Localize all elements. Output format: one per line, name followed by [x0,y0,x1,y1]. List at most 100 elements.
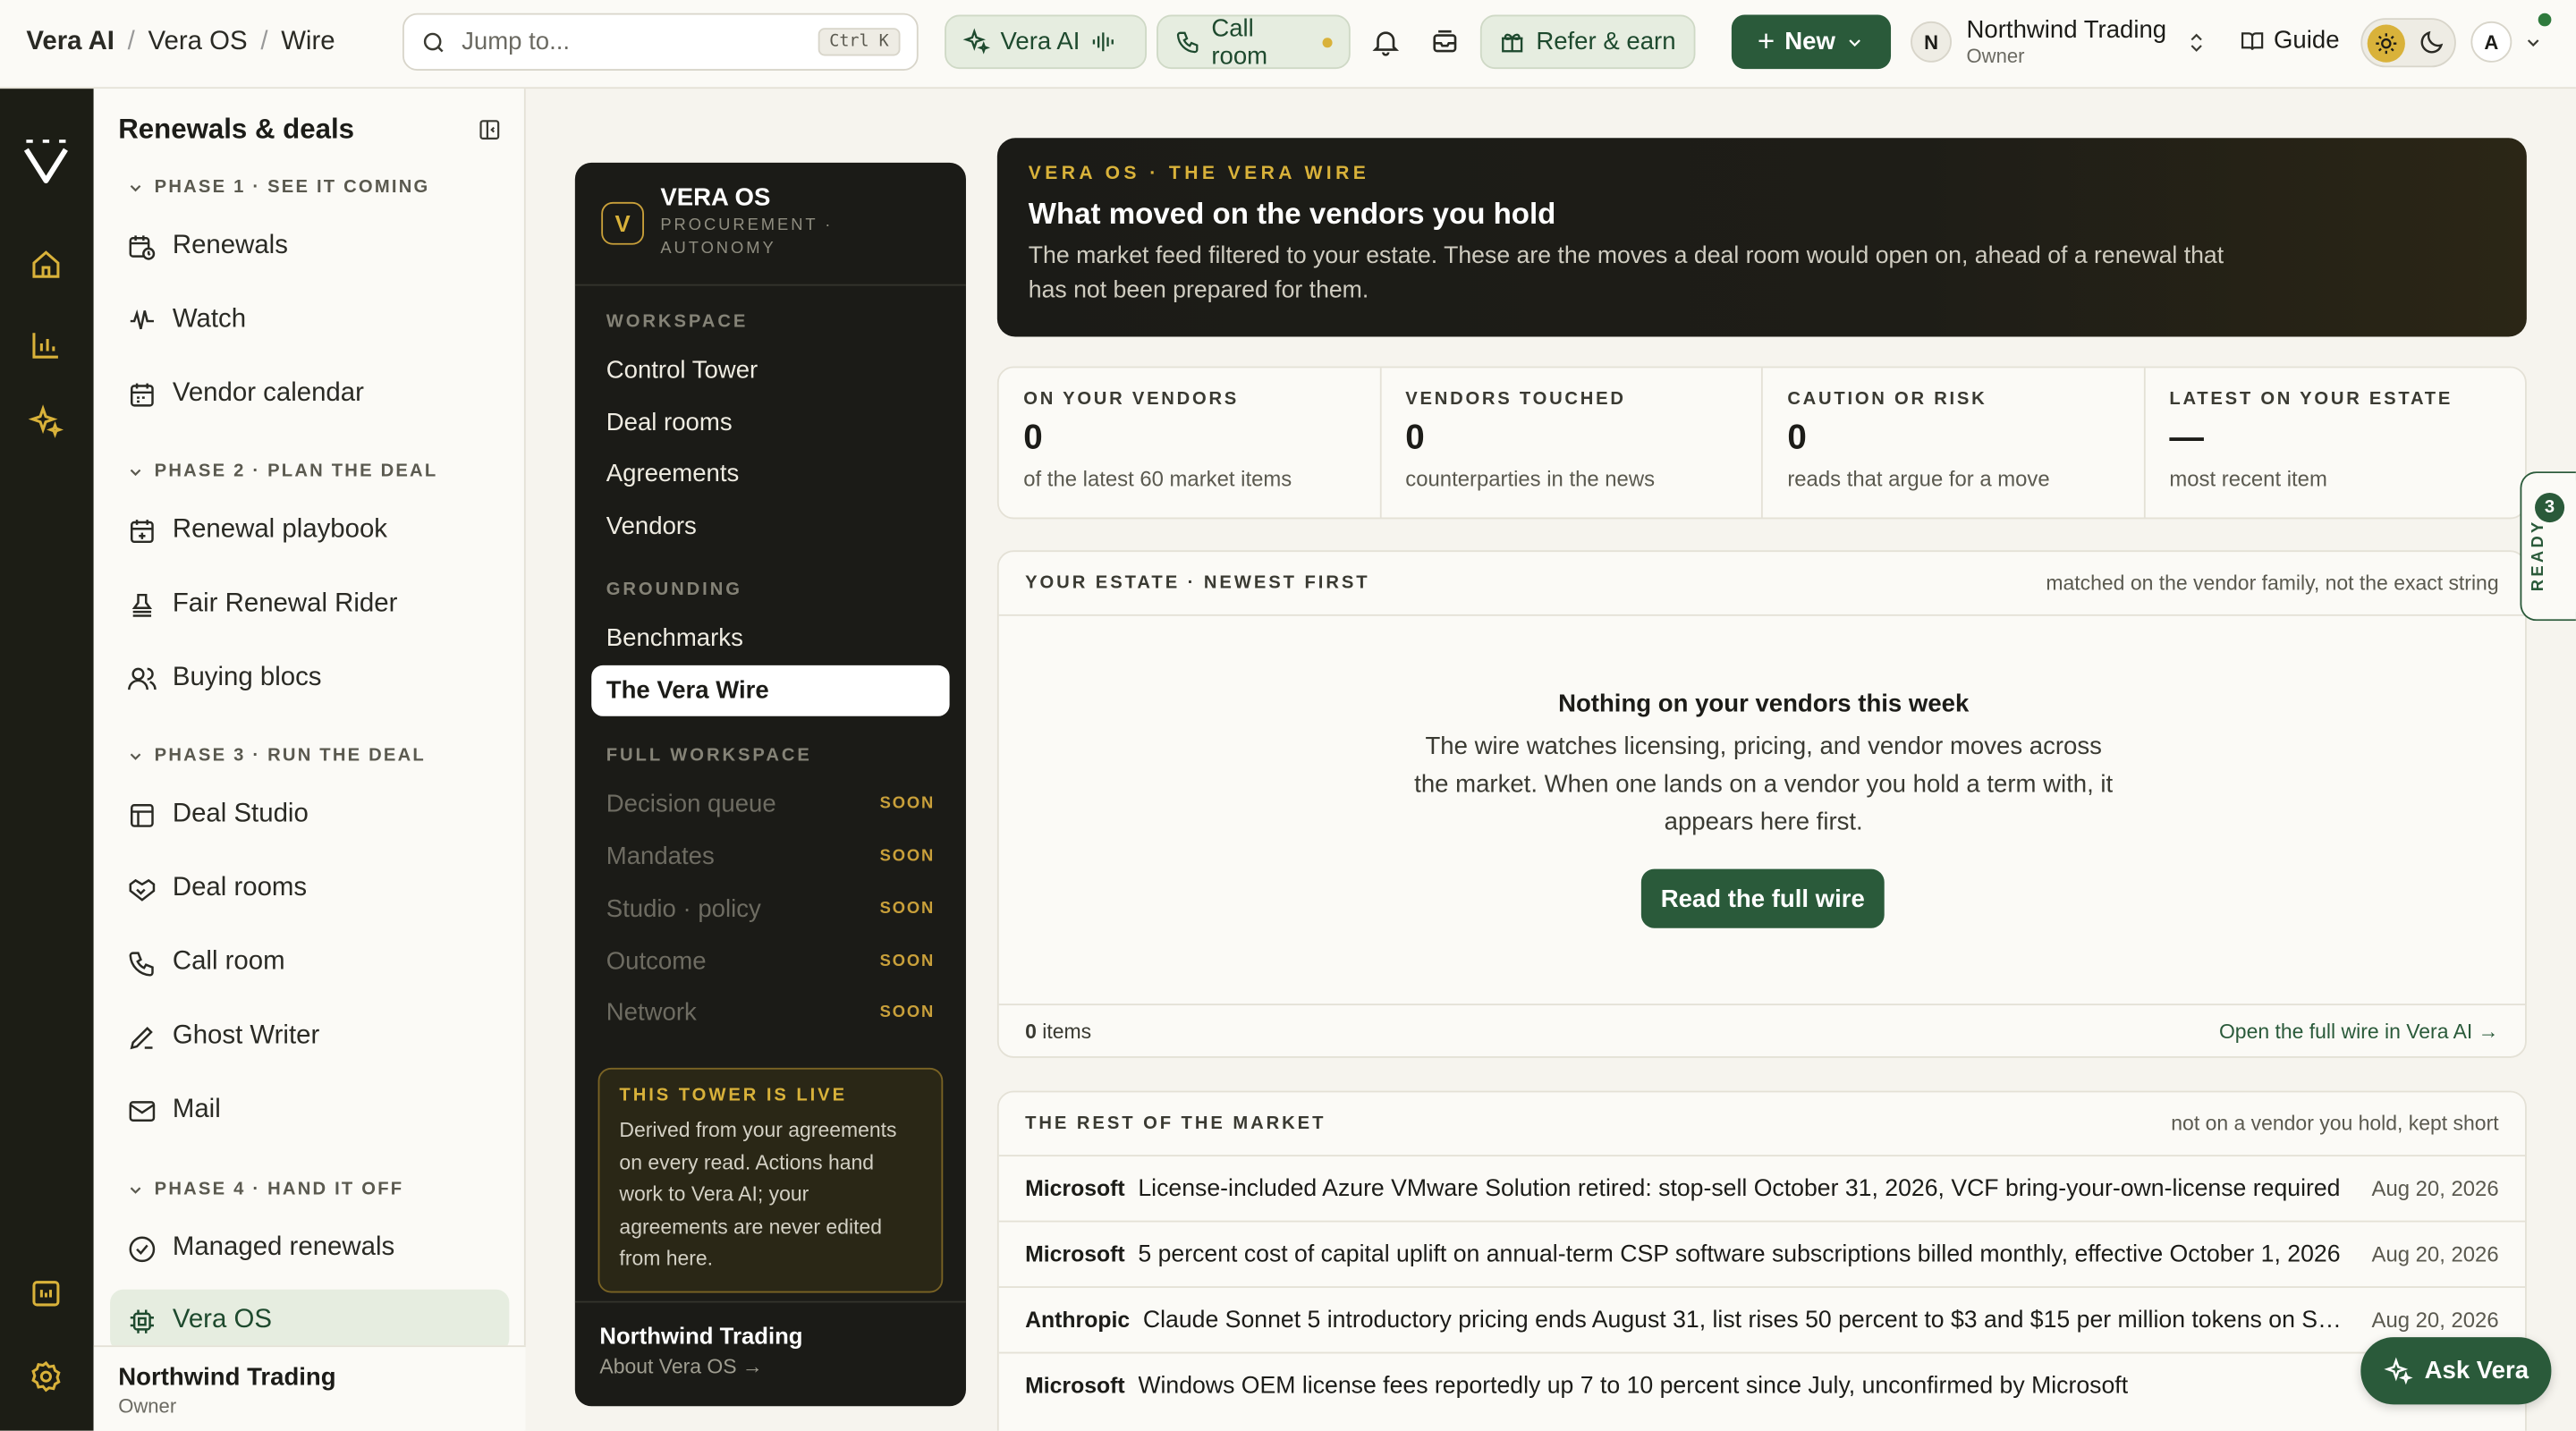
market-vendor: Anthropic [1025,1308,1131,1333]
org-switcher-icon[interactable] [2185,30,2208,55]
stat-label: LATEST ON YOUR ESTATE [2169,389,2453,410]
new-label: New [1784,28,1835,56]
nav-benchmarks[interactable]: Benchmarks [591,613,949,664]
sparkle-icon[interactable] [28,404,64,440]
phase-3-header[interactable]: PHASE 3 · RUN THE DEAL [126,746,426,766]
market-date: Aug 20, 2026 [2371,1308,2499,1333]
nav-decision-queue: Decision queue SOON [591,779,949,830]
call-room-button[interactable]: Call room [1157,14,1351,70]
chevron-down-icon [130,468,141,476]
top-bar: Vera AI / Vera OS / Wire Jump to... Ctrl… [0,0,2576,89]
nav-deal-rooms[interactable]: Deal rooms [591,397,949,448]
home-icon[interactable] [28,247,64,283]
guide-button[interactable]: Guide [2239,26,2340,55]
sidebar-item-buying-blocs[interactable]: Buying blocs [110,648,509,710]
user-avatar[interactable]: A [2470,21,2512,63]
market-row[interactable]: Microsoft Windows OEM license fees repor… [998,1351,2526,1418]
sidebar-footer[interactable]: Northwind Trading Owner [93,1345,526,1431]
sidebar-item-deal-studio[interactable]: Deal Studio [110,783,509,846]
soon-badge: SOON [879,1003,936,1022]
about-vera-os-link[interactable]: About Vera OS → [599,1355,941,1378]
market-date: Aug 20, 2026 [2371,1241,2499,1267]
sidebar-item-vera-os[interactable]: Vera OS [110,1289,510,1352]
market-row[interactable]: Anthropic Claude Sonnet 5 introductory p… [998,1286,2526,1351]
phase-2-header[interactable]: PHASE 2 · PLAN THE DEAL [126,461,437,481]
market-note: not on a vendor you hold, kept short [2171,1112,2499,1136]
gear-icon[interactable] [28,1359,64,1394]
phase-4-header[interactable]: PHASE 4 · HAND IT OFF [126,1180,403,1199]
breadcrumb-vera-ai[interactable]: Vera AI [26,28,114,57]
org-name[interactable]: Northwind Trading [1967,16,2167,44]
layout-icon [131,803,154,826]
nav-vendors[interactable]: Vendors [591,501,949,552]
nav-the-vera-wire[interactable]: The Vera Wire [591,665,950,716]
chevron-down-icon[interactable] [2523,33,2543,53]
sidebar-item-renewals[interactable]: Renewals [110,216,509,278]
collapse-sidebar-icon[interactable] [477,116,503,142]
pen-icon [130,1026,153,1049]
nav-label: Mandates [606,843,715,871]
stat-latest-on-estate: LATEST ON YOUR ESTATE — most recent item [2145,368,2525,517]
breadcrumb-vera-os[interactable]: Vera OS [148,28,248,57]
sidebar-item-label: Deal rooms [172,874,308,902]
sidebar-item-label: Buying blocs [172,664,322,692]
ready-tab[interactable]: 3 READY [2520,471,2576,622]
market-headline: Windows OEM license fees reportedly up 7… [1138,1372,2129,1399]
tower-live-heading: THIS TOWER IS LIVE [619,1086,848,1106]
market-row[interactable]: Microsoft License-included Azure VMware … [998,1155,2526,1220]
sparkle-icon [962,28,991,55]
vera-os-logo: V [601,201,644,245]
new-button[interactable]: + New [1731,14,1892,70]
sidebar-item-fair-renewal-rider[interactable]: Fair Renewal Rider [110,573,509,636]
market-row[interactable]: Microsoft 5 percent cost of capital upli… [998,1220,2526,1286]
market-header: THE REST OF THE MARKET not on a vendor y… [999,1092,2525,1156]
theme-toggle[interactable] [2360,18,2456,68]
sidebar-item-label: Fair Renewal Rider [172,589,398,618]
search-icon [423,31,444,52]
stat-label: CAUTION OR RISK [1787,389,1987,410]
calendar-plus-icon [131,519,154,543]
stamp-icon [131,593,153,616]
sidebar-item-ghost-writer[interactable]: Ghost Writer [110,1005,509,1068]
nav-control-tower[interactable]: Control Tower [591,345,949,396]
ask-vera-button[interactable]: Ask Vera [2360,1337,2552,1405]
sidebar-item-renewal-playbook[interactable]: Renewal playbook [110,499,509,562]
calendar-icon[interactable] [28,1274,64,1310]
items-count-suffix: items [1036,1020,1092,1044]
sun-icon [2367,24,2405,63]
market-headline: 5 percent cost of capital uplift on annu… [1138,1240,2341,1268]
sidebar-item-mail[interactable]: Mail [110,1080,509,1142]
sidebar-item-watch[interactable]: Watch [110,289,509,351]
sidebar-org-role: Owner [118,1394,177,1418]
soon-badge: SOON [879,794,936,814]
nav-label: Decision queue [606,790,776,818]
read-full-wire-button[interactable]: Read the full wire [1640,868,1885,928]
search-input[interactable]: Jump to... Ctrl K [402,13,919,71]
sidebar-item-deal-rooms[interactable]: Deal rooms [110,858,509,920]
nav-agreements[interactable]: Agreements [591,448,949,499]
guide-label: Guide [2273,26,2340,55]
sidebar-item-label: Deal Studio [172,800,309,828]
vera-os-org-name: Northwind Trading [599,1322,803,1349]
vera-logo-icon[interactable] [20,135,72,188]
estate-note: matched on the vendor family, not the ex… [2046,572,2499,595]
refer-earn-button[interactable]: Refer & earn [1479,14,1696,70]
section-label-grounding: GROUNDING [606,580,742,600]
open-full-wire-link[interactable]: Open the full wire in Vera AI → [2219,1020,2499,1044]
sidebar-item-vendor-calendar[interactable]: Vendor calendar [110,363,509,426]
org-avatar[interactable]: N [1911,21,1952,63]
soon-badge: SOON [879,847,936,866]
icon-rail [0,89,94,1431]
stat-sub: most recent item [2169,466,2327,492]
breadcrumb-separator: / [260,28,268,56]
plus-icon: + [1757,24,1775,58]
notifications-button[interactable] [1367,23,1402,59]
sidebar-item-call-room[interactable]: Call room [110,931,509,994]
chart-icon[interactable] [28,327,64,363]
market-headline: Claude Sonnet 5 introductory pricing end… [1142,1307,2352,1334]
vera-ai-button[interactable]: Vera AI [945,14,1148,70]
bell-icon [1371,30,1399,55]
inbox-button[interactable] [1426,23,1462,59]
phase-1-header[interactable]: PHASE 1 · SEE IT COMING [126,177,429,197]
sidebar-item-managed-renewals[interactable]: Managed renewals [110,1217,509,1280]
